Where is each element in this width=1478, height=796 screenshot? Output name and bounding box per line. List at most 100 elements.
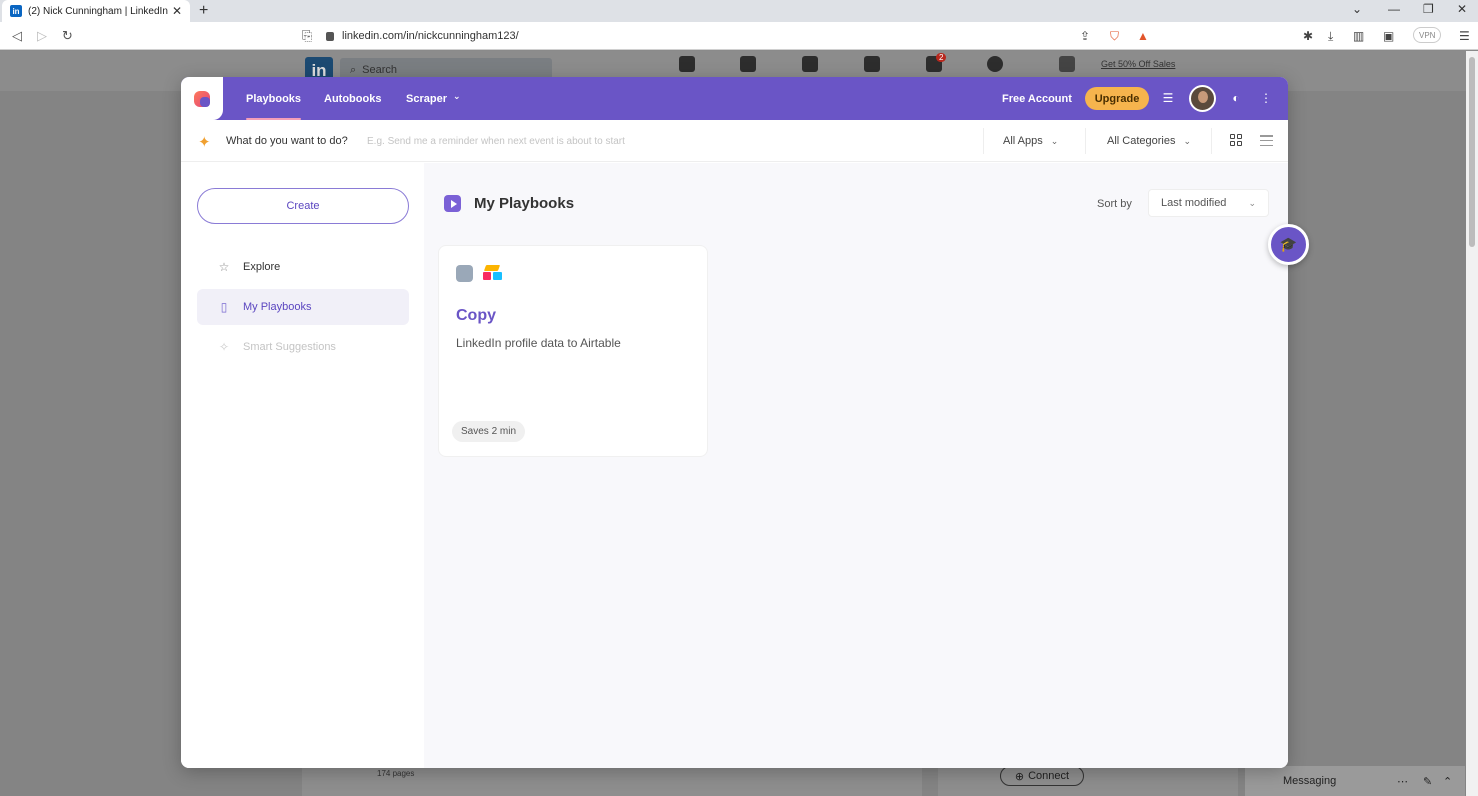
- tasks-icon[interactable]: ☰: [1161, 91, 1175, 105]
- premium-promo-link[interactable]: Get 50% Off Sales: [1101, 59, 1175, 69]
- window-close-icon[interactable]: ✕: [1457, 2, 1467, 16]
- page-scrollbar[interactable]: [1466, 51, 1478, 796]
- brave-rewards-icon[interactable]: ▲: [1137, 29, 1149, 43]
- grid-view-icon[interactable]: [1230, 134, 1242, 146]
- messaging-bar[interactable]: Messaging ⋯ ✎ ⌃: [1245, 766, 1465, 796]
- more-options-icon[interactable]: ⋮: [1259, 91, 1273, 105]
- linkedin-card: [938, 766, 1238, 796]
- brave-shield-icon[interactable]: ⛉: [1110, 29, 1119, 44]
- browser-tab[interactable]: in (2) Nick Cunningham | LinkedIn ✕: [2, 0, 190, 22]
- upgrade-button[interactable]: Upgrade: [1085, 87, 1149, 110]
- network-icon[interactable]: [740, 56, 756, 72]
- chevron-up-icon[interactable]: ⌃: [1443, 775, 1452, 788]
- back-icon[interactable]: ◁: [12, 28, 22, 44]
- connect-label: Connect: [1028, 770, 1070, 782]
- modal-body: Create ☆ Explore ▯ My Playbooks ✧ Smart …: [181, 163, 1288, 768]
- reload-icon[interactable]: ↻: [62, 28, 73, 44]
- command-label: What do you want to do?: [226, 135, 348, 147]
- notes-app-icon: [456, 265, 473, 282]
- work-grid-icon[interactable]: [1059, 56, 1075, 72]
- create-button[interactable]: Create: [197, 188, 409, 224]
- chevron-down-icon: ⌄: [452, 91, 461, 101]
- sidebar: Create ☆ Explore ▯ My Playbooks ✧ Smart …: [181, 163, 424, 768]
- divider: [1211, 128, 1212, 154]
- playbook-icon: [444, 195, 461, 212]
- sidebar-item-label: Smart Suggestions: [243, 341, 336, 353]
- side-panel-icon[interactable]: ◐: [1229, 91, 1243, 105]
- free-account-label[interactable]: Free Account: [1002, 77, 1072, 120]
- book-icon: ▯: [220, 300, 228, 314]
- sidebar-toggle-icon[interactable]: ▥: [1353, 29, 1364, 43]
- sort-select[interactable]: Last modified ⌄: [1148, 189, 1269, 217]
- linkedin-search-placeholder: Search: [362, 64, 398, 76]
- sparkle-icon: ✧: [218, 340, 230, 354]
- browser-toolbar: ◁ ▷ ↻ ⎘ linkedin.com/in/nickcunningham12…: [0, 22, 1478, 50]
- address-bar[interactable]: linkedin.com/in/nickcunningham123/: [326, 25, 1106, 47]
- tab-autobooks[interactable]: Autobooks: [324, 77, 381, 120]
- sparkle-icon: ✦: [198, 134, 211, 151]
- playbook-title: Copy: [456, 307, 496, 324]
- jobs-icon[interactable]: [802, 56, 818, 72]
- compose-icon[interactable]: ✎: [1423, 775, 1432, 788]
- linkedin-favicon-icon: in: [10, 5, 22, 17]
- search-icon: ⌕: [350, 63, 357, 76]
- minimize-icon[interactable]: —: [1388, 2, 1400, 16]
- chevron-down-icon: ⌄: [1183, 136, 1192, 146]
- command-bar: ✦ What do you want to do? All Apps ⌄ All …: [181, 120, 1288, 162]
- close-tab-icon[interactable]: ✕: [172, 4, 182, 18]
- sidebar-item-label: Explore: [243, 261, 281, 273]
- list-view-icon[interactable]: [1260, 135, 1273, 146]
- wallet-icon[interactable]: ▣: [1383, 29, 1394, 43]
- browser-tab-title: (2) Nick Cunningham | LinkedIn: [28, 5, 168, 17]
- airtable-icon: [483, 265, 503, 282]
- me-avatar[interactable]: [987, 56, 1003, 72]
- more-icon[interactable]: ⋯: [1397, 775, 1408, 788]
- url-text: linkedin.com/in/nickcunningham123/: [342, 30, 519, 42]
- chevron-down-icon: ⌄: [1248, 197, 1256, 208]
- share-icon[interactable]: ⇪: [1080, 29, 1090, 43]
- command-input[interactable]: [367, 131, 967, 151]
- restore-icon[interactable]: ❐: [1423, 2, 1434, 16]
- divider: [1085, 128, 1086, 154]
- forward-icon[interactable]: ▷: [37, 28, 47, 44]
- messaging-icon[interactable]: [864, 56, 880, 72]
- extension-logo[interactable]: [181, 77, 223, 120]
- divider: [983, 128, 984, 154]
- extensions-icon[interactable]: ✱: [1303, 29, 1313, 43]
- page-title: My Playbooks: [474, 195, 575, 212]
- playbooks-content: My Playbooks Sort by Last modified ⌄ Cop…: [424, 163, 1288, 768]
- tab-search-icon[interactable]: ⌄: [1352, 2, 1362, 16]
- all-apps-label: All Apps: [1003, 135, 1043, 147]
- sidebar-item-explore[interactable]: ☆ Explore: [197, 249, 409, 285]
- sort-label: Sort by: [1097, 198, 1132, 210]
- pages-count: 174 pages: [377, 769, 415, 778]
- extension-header: Playbooks Autobooks Scraper ⌄ Free Accou…: [181, 77, 1288, 120]
- all-apps-filter[interactable]: All Apps ⌄: [1003, 135, 1058, 147]
- all-categories-filter[interactable]: All Categories ⌄: [1107, 135, 1191, 147]
- browser-menu-icon[interactable]: ☰: [1459, 29, 1470, 43]
- add-person-icon: ⊕: [1014, 770, 1025, 783]
- scrollbar-thumb[interactable]: [1469, 57, 1475, 247]
- messaging-label: Messaging: [1283, 775, 1337, 787]
- playbook-card[interactable]: Copy LinkedIn profile data to Airtable S…: [438, 245, 708, 457]
- time-saved-badge: Saves 2 min: [452, 421, 526, 442]
- sidebar-item-smart-suggestions[interactable]: ✧ Smart Suggestions: [197, 329, 409, 365]
- star-icon: ☆: [218, 260, 230, 274]
- user-avatar[interactable]: [1189, 85, 1216, 112]
- tab-playbooks[interactable]: Playbooks: [246, 77, 302, 120]
- tab-playbooks-label: Playbooks: [246, 92, 302, 105]
- connect-button[interactable]: ⊕ Connect: [1000, 766, 1084, 786]
- downloads-icon[interactable]: ⤓: [1328, 29, 1333, 44]
- bookmark-icon[interactable]: ⎘: [302, 28, 312, 44]
- home-icon[interactable]: [679, 56, 695, 72]
- tab-scraper-label: Scraper: [406, 92, 447, 105]
- sidebar-item-my-playbooks[interactable]: ▯ My Playbooks: [197, 289, 409, 325]
- playbook-description: LinkedIn profile data to Airtable: [456, 336, 621, 350]
- sidebar-item-label: My Playbooks: [243, 301, 312, 313]
- lock-icon: [326, 31, 334, 41]
- vpn-button[interactable]: VPN: [1413, 27, 1442, 43]
- tab-scraper[interactable]: Scraper ⌄: [406, 77, 461, 120]
- logo-mark-icon: [194, 90, 210, 107]
- learn-graduation-cap-icon[interactable]: 🎓: [1268, 224, 1309, 265]
- new-tab-button[interactable]: +: [199, 2, 208, 20]
